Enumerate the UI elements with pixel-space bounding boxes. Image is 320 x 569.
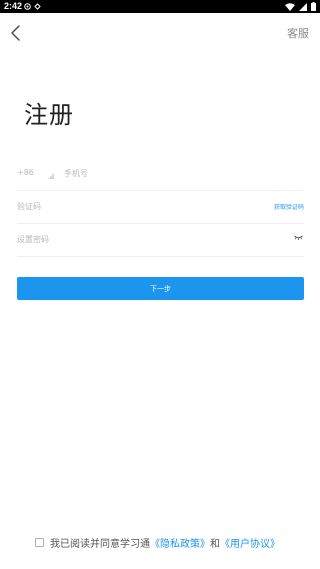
customer-service-link[interactable]: 客服 — [287, 25, 309, 41]
status-bar: 2:42 — [0, 0, 320, 13]
sync-notification-icon — [34, 3, 41, 10]
status-time: 2:42 — [4, 1, 23, 11]
user-agreement-link[interactable]: 《用户协议》 — [220, 535, 280, 550]
country-code-selector[interactable]: +86 — [17, 168, 34, 177]
wifi-icon — [285, 2, 295, 11]
top-app-bar: 客服 — [0, 13, 320, 53]
agreement-conjunction: 和 — [210, 538, 220, 550]
agreement-text: 我已阅读并同意学习通 — [50, 538, 150, 550]
status-icons — [285, 2, 316, 11]
eye-closed-icon[interactable] — [294, 235, 303, 241]
signal-icon — [299, 2, 307, 11]
back-chevron-icon[interactable] — [8, 24, 26, 42]
agreement-checkbox[interactable] — [35, 537, 44, 547]
next-step-button[interactable]: 下一步 — [17, 277, 304, 300]
country-dropdown-icon[interactable] — [48, 173, 54, 179]
verification-code-row: 获取验证码 — [17, 190, 304, 224]
password-input[interactable] — [17, 223, 277, 256]
phone-row: +86 — [17, 157, 304, 191]
phone-input[interactable] — [64, 157, 294, 190]
password-row — [17, 223, 304, 257]
battery-icon — [311, 2, 316, 11]
verification-code-input[interactable] — [17, 190, 237, 223]
page-title: 注册 — [24, 101, 74, 129]
agreement-row: 我已阅读并同意学习通 《隐私政策》 和 《用户协议》 — [35, 535, 280, 550]
notification-icon — [24, 3, 31, 10]
get-code-button[interactable]: 获取验证码 — [274, 202, 304, 211]
privacy-policy-link[interactable]: 《隐私政策》 — [150, 535, 210, 550]
